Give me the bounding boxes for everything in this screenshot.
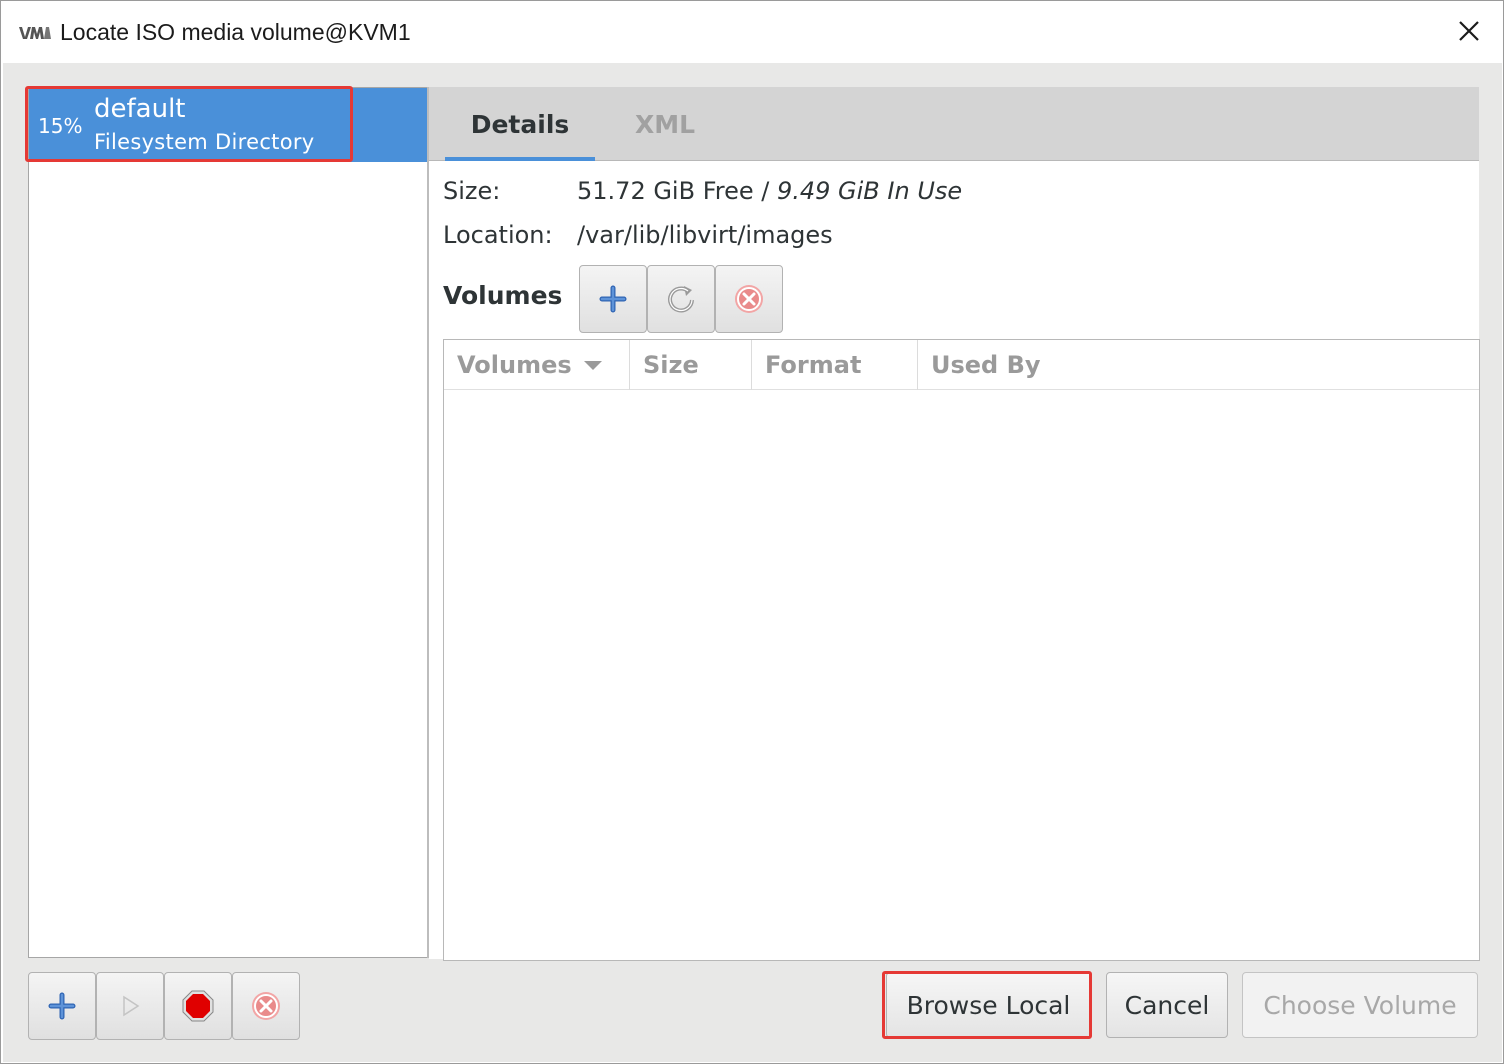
close-icon[interactable] <box>1447 15 1491 51</box>
column-header-volumes[interactable]: Volumes <box>444 340 630 390</box>
pool-usage: 15% <box>38 114 83 138</box>
pool-type: Filesystem Directory <box>94 130 315 154</box>
add-pool-button[interactable] <box>28 972 96 1040</box>
column-header-used-by[interactable]: Used By <box>918 340 1118 390</box>
tab-xml[interactable]: XML <box>605 87 725 161</box>
plus-icon <box>599 285 627 313</box>
add-volume-button[interactable] <box>579 265 647 333</box>
virt-manager-logo-icon <box>19 27 51 39</box>
stop-icon <box>182 990 214 1022</box>
plus-icon <box>48 992 76 1020</box>
pool-name: default <box>94 94 186 124</box>
size-value: 51.72 GiB Free / 9.49 GiB In Use <box>577 177 962 205</box>
browse-local-button[interactable]: Browse Local <box>886 972 1091 1038</box>
refresh-icon <box>668 286 694 313</box>
start-pool-button[interactable] <box>96 972 164 1040</box>
delete-pool-button[interactable] <box>232 972 300 1040</box>
volumes-table-header: Volumes Size Format Used By <box>444 340 1479 390</box>
dialog-content: 15% default Filesystem Directory Details… <box>3 63 1502 1062</box>
pool-item-default[interactable]: 15% default Filesystem Directory <box>29 88 427 162</box>
delete-icon <box>252 992 280 1020</box>
storage-pool-list: 15% default Filesystem Directory <box>28 87 428 958</box>
location-label: Location: <box>443 221 553 249</box>
tab-bar: Details XML <box>429 87 1479 161</box>
column-volumes-label: Volumes <box>457 351 572 379</box>
cancel-button[interactable]: Cancel <box>1106 972 1228 1038</box>
location-value: /var/lib/libvirt/images <box>577 221 833 249</box>
play-icon <box>123 995 140 1017</box>
delete-icon <box>735 285 763 313</box>
sort-descending-icon <box>583 360 602 370</box>
column-header-size[interactable]: Size <box>630 340 752 390</box>
size-separator: / <box>753 177 777 205</box>
details-panel: Size: 51.72 GiB Free / 9.49 GiB In Use L… <box>429 161 1480 961</box>
column-header-format[interactable]: Format <box>752 340 918 390</box>
delete-volume-button[interactable] <box>715 265 783 333</box>
tab-details[interactable]: Details <box>445 87 595 161</box>
pool-notebook: Details XML Size: 51.72 GiB Free / 9.49 … <box>429 87 1480 961</box>
volumes-heading: Volumes <box>443 281 563 310</box>
locate-iso-dialog: Locate ISO media volume@KVM1 15% default… <box>0 0 1504 1064</box>
refresh-volumes-button[interactable] <box>647 265 715 333</box>
size-in-use: 9.49 GiB In Use <box>776 177 963 205</box>
choose-volume-button[interactable]: Choose Volume <box>1242 972 1478 1038</box>
size-label: Size: <box>443 177 501 205</box>
stop-pool-button[interactable] <box>164 972 232 1040</box>
title-bar: Locate ISO media volume@KVM1 <box>1 1 1503 63</box>
size-free: 51.72 GiB Free <box>577 177 754 205</box>
window-title: Locate ISO media volume@KVM1 <box>60 19 411 45</box>
volumes-table: Volumes Size Format Used By <box>443 339 1480 961</box>
